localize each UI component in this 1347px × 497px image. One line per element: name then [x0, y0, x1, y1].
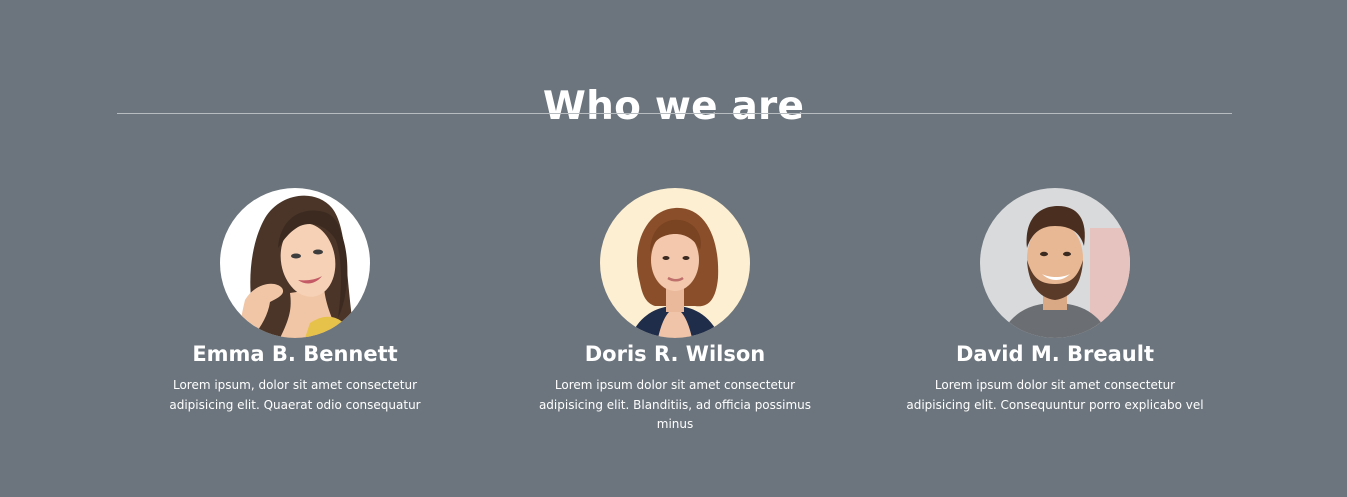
who-we-are-section: Who we are Emma B. Bennett Lorem ipsum, … — [0, 0, 1347, 497]
avatar — [980, 188, 1130, 338]
member-bio: Lorem ipsum, dolor sit amet consectetur … — [169, 378, 421, 412]
member-name: Emma B. Bennett — [192, 342, 398, 366]
team-member-card: Doris R. Wilson Lorem ipsum dolor sit am… — [525, 188, 825, 435]
divider — [117, 113, 1232, 114]
section-title: Who we are — [542, 84, 805, 130]
avatar — [600, 188, 750, 338]
team-member-card: Emma B. Bennett Lorem ipsum, dolor sit a… — [145, 188, 445, 415]
woman-portrait-icon — [220, 188, 370, 338]
man-portrait-icon — [980, 188, 1130, 338]
team-member-card: David M. Breault Lorem ipsum dolor sit a… — [905, 188, 1205, 415]
woman-portrait-icon — [600, 188, 750, 338]
member-name: David M. Breault — [956, 342, 1154, 366]
avatar — [220, 188, 370, 338]
member-bio: Lorem ipsum dolor sit amet consectetur a… — [906, 378, 1204, 412]
member-bio: Lorem ipsum dolor sit amet consectetur a… — [538, 378, 812, 431]
member-name: Doris R. Wilson — [584, 342, 766, 366]
